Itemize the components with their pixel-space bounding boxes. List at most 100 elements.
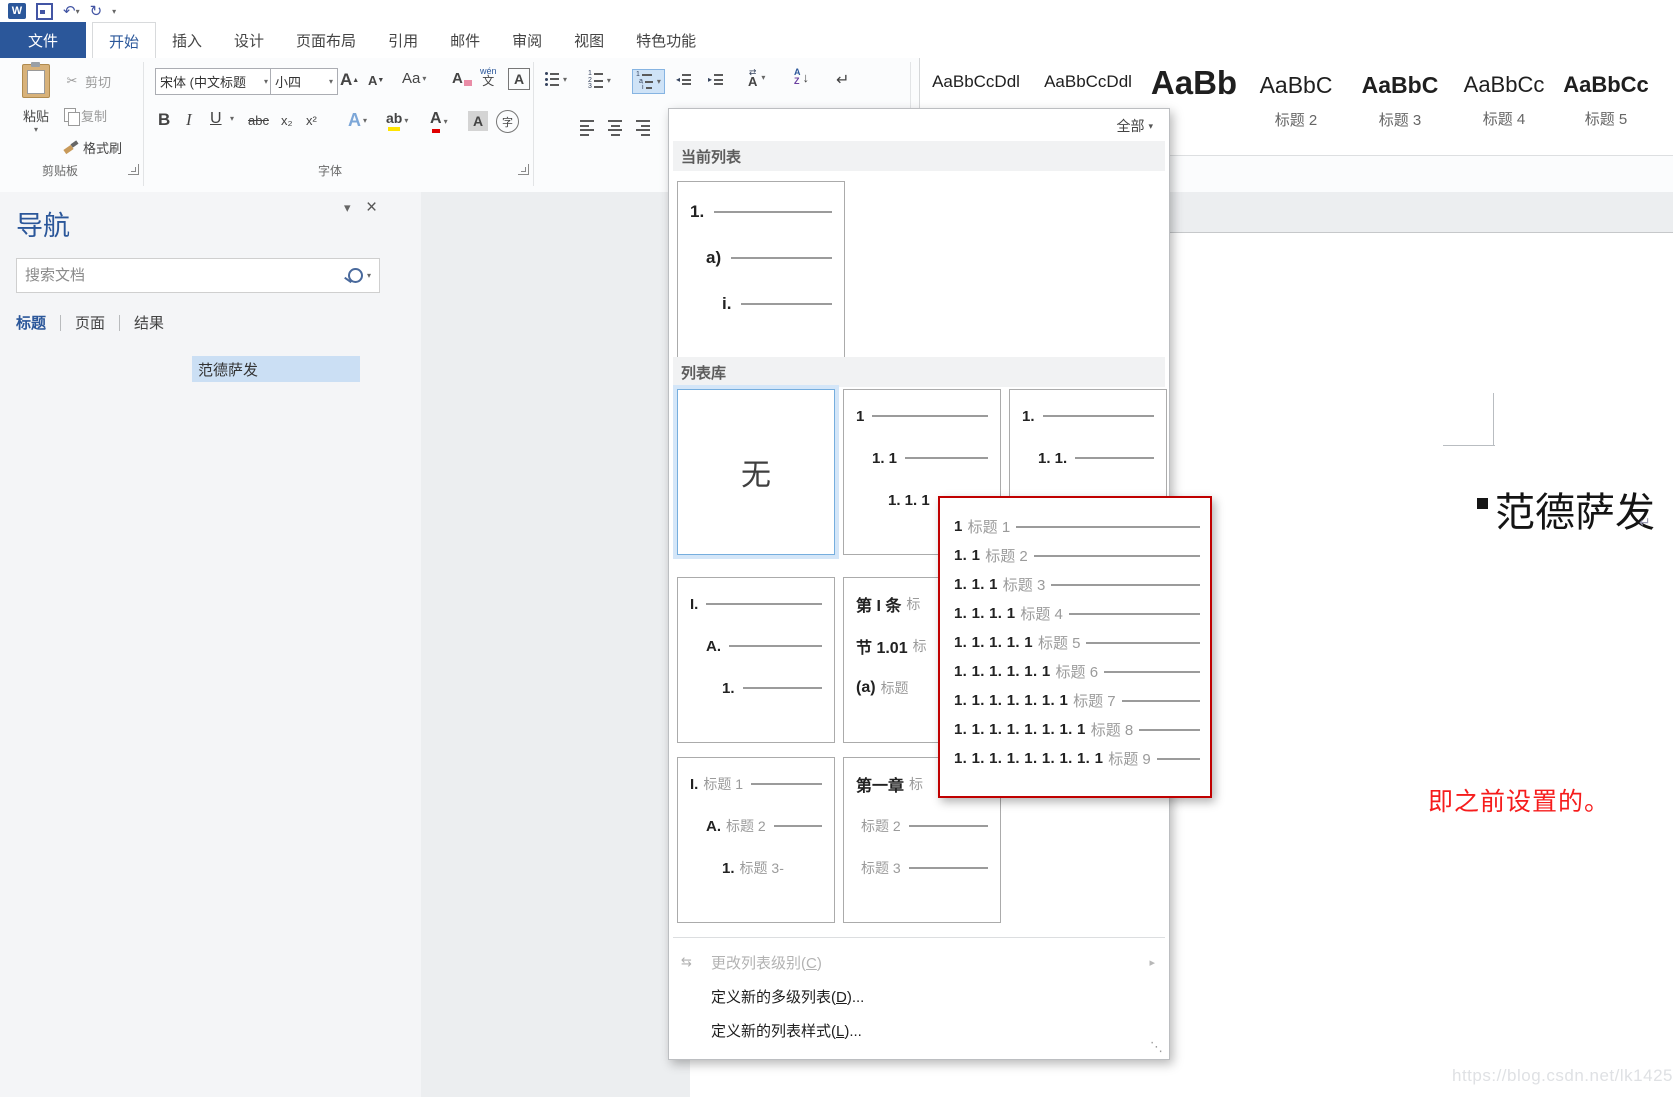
document-heading[interactable]: 范德萨发 xyxy=(1495,480,1655,538)
list-number: 1. xyxy=(722,860,735,877)
menu-item[interactable]: ⇆更改列表级别(C)▸ xyxy=(673,945,1165,979)
enclose-characters-button[interactable]: 字 xyxy=(496,110,519,133)
style-gallery-item[interactable]: AaBbCc标题 4 xyxy=(1452,58,1556,164)
tab-引用[interactable]: 引用 xyxy=(372,22,434,58)
tab-设计[interactable]: 设计 xyxy=(218,22,280,58)
list-label: 标题 3 xyxy=(861,858,901,878)
italic-button[interactable]: I xyxy=(186,110,192,130)
bullets-icon xyxy=(545,72,559,86)
list-preview-row: 1.标题 3- xyxy=(678,858,834,878)
underline-button[interactable]: U xyxy=(210,110,222,128)
clear-formatting-button[interactable]: A xyxy=(452,70,472,87)
list-label: 标题 2 xyxy=(726,816,766,836)
menu-item[interactable]: 定义新的列表样式(L)... xyxy=(673,1013,1165,1047)
chevron-down-icon[interactable]: ▾ xyxy=(367,271,371,280)
clipboard-dialog-launcher[interactable] xyxy=(128,164,139,175)
clipboard-group-label: 剪贴板 xyxy=(42,162,78,179)
align-right-button[interactable] xyxy=(636,120,650,136)
style-sample-text: AaBbCcDdl xyxy=(1044,72,1132,92)
list-bullet-marker xyxy=(1477,498,1488,509)
highlight-color-button[interactable]: ab▾ xyxy=(386,110,408,131)
ribbon-tabs: 开始插入设计页面布局引用邮件审阅视图特色功能 xyxy=(92,22,712,58)
font-name-combo[interactable]: 宋体 (中文标题▾ xyxy=(155,68,273,95)
phonetic-guide-button[interactable]: wén文 xyxy=(480,66,497,86)
tab-页面布局[interactable]: 页面布局 xyxy=(280,22,372,58)
show-hide-marks-button[interactable]: ↵ xyxy=(836,70,849,90)
decrease-indent-button[interactable]: ◂ xyxy=(676,74,691,85)
tab-视图[interactable]: 视图 xyxy=(558,22,620,58)
nav-tab-标题[interactable]: 标题 xyxy=(16,310,46,335)
list-library-item[interactable]: I.标题 1A.标题 21.标题 3- xyxy=(677,757,835,923)
tab-插入[interactable]: 插入 xyxy=(156,22,218,58)
list-label: 标题 1 xyxy=(703,774,743,794)
align-left-button[interactable] xyxy=(580,120,594,136)
label-post: )... xyxy=(847,989,865,1006)
tab-邮件[interactable]: 邮件 xyxy=(434,22,496,58)
list-number: 1. 1. 1. 1. 1. 1. 1. 1. 1 xyxy=(954,750,1103,767)
label-post: )... xyxy=(844,1023,862,1040)
nav-tab-结果[interactable]: 结果 xyxy=(134,310,164,335)
multilevel-list-button[interactable]: 1 a i ▾ xyxy=(632,69,665,94)
strikethrough-button[interactable]: abc xyxy=(248,113,269,128)
list-preview-row: i. xyxy=(678,294,844,314)
grow-font-button[interactable]: A▲ xyxy=(340,70,359,90)
list-style-hover-preview[interactable]: 1标题 11. 1标题 21. 1. 1标题 31. 1. 1. 1标题 41.… xyxy=(938,496,1212,798)
tab-审阅[interactable]: 审阅 xyxy=(496,22,558,58)
text-effects-button[interactable]: A▾ xyxy=(348,110,367,131)
list-line xyxy=(1104,671,1200,673)
increase-indent-icon xyxy=(714,74,723,85)
customize-qat-button[interactable]: ▾ xyxy=(112,2,116,20)
submenu-arrow-icon: ▸ xyxy=(1149,956,1155,969)
tab-file[interactable]: 文件 xyxy=(0,22,86,58)
bold-button[interactable]: B xyxy=(158,110,170,130)
list-preview-row: A. xyxy=(678,636,834,656)
align-center-button[interactable] xyxy=(608,120,622,136)
list-library-item[interactable]: I.A.1. xyxy=(677,577,835,743)
copy-icon xyxy=(64,108,76,122)
style-gallery-item[interactable]: AaBbCc标题 5 xyxy=(1556,58,1656,164)
redo-button[interactable]: ↻ xyxy=(90,2,103,20)
font-color-button[interactable]: A▾ xyxy=(430,110,448,133)
format-painter-button[interactable]: 格式刷 xyxy=(64,136,122,158)
shrink-font-button[interactable]: A▼ xyxy=(368,73,384,88)
close-icon[interactable]: × xyxy=(366,197,377,219)
paste-button[interactable]: 粘贴 ▾ xyxy=(14,64,58,160)
navigation-heading-item[interactable]: 范德萨发 xyxy=(192,356,360,382)
underline-dropdown[interactable]: ▾ xyxy=(228,114,234,123)
cut-button[interactable]: ✂ 剪切 xyxy=(64,70,111,92)
asian-layout-button[interactable]: ⇄A ▾ xyxy=(748,68,765,86)
access-key: C xyxy=(806,955,817,972)
nav-tab-页面[interactable]: 页面 xyxy=(75,310,105,335)
font-size-combo[interactable]: 小四▾ xyxy=(270,68,338,95)
tab-特色功能[interactable]: 特色功能 xyxy=(620,22,712,58)
increase-indent-button[interactable]: ▸ xyxy=(708,74,723,85)
search-icon[interactable] xyxy=(348,268,363,283)
change-case-button[interactable]: Aa▾ xyxy=(402,70,426,87)
bullets-button[interactable]: ▾ xyxy=(545,72,567,86)
list-preview-row: I.标题 1 xyxy=(678,774,834,794)
highlight-color-bar xyxy=(388,127,400,131)
style-gallery-item[interactable]: AaBbC标题 3 xyxy=(1348,58,1452,164)
font-dialog-launcher[interactable] xyxy=(518,164,529,175)
style-label: 标题 2 xyxy=(1275,109,1318,130)
numbering-button[interactable]: 1 2 3 ▾ xyxy=(588,72,611,89)
navigation-options-button[interactable]: ▾ xyxy=(344,200,351,216)
gallery-filter-dropdown[interactable]: 全部▾ xyxy=(1116,116,1153,136)
tab-开始[interactable]: 开始 xyxy=(92,22,156,60)
character-border-button[interactable]: A xyxy=(508,68,530,90)
list-number: 1. 1. 1. 1. 1 xyxy=(954,634,1033,651)
character-shading-button[interactable]: A xyxy=(468,111,488,131)
superscript-button[interactable]: x² xyxy=(306,113,317,128)
style-gallery-item[interactable]: AaBbC标题 2 xyxy=(1244,58,1348,164)
list-library-item[interactable]: 无 xyxy=(677,389,835,555)
undo-button[interactable]: ↶▾ xyxy=(63,2,80,20)
search-input[interactable] xyxy=(17,267,348,284)
resize-handle[interactable]: ⋱ xyxy=(1150,1039,1163,1055)
current-list-preview[interactable]: 1.a)i. xyxy=(677,181,845,373)
save-button[interactable] xyxy=(36,2,53,20)
menu-item[interactable]: 定义新的多级列表(D)... xyxy=(673,979,1165,1013)
sort-button[interactable]: AZ ↓ xyxy=(794,68,809,86)
copy-button[interactable]: 复制 xyxy=(64,104,107,126)
menu-separator xyxy=(673,937,1165,938)
subscript-button[interactable]: x₂ xyxy=(281,113,293,128)
